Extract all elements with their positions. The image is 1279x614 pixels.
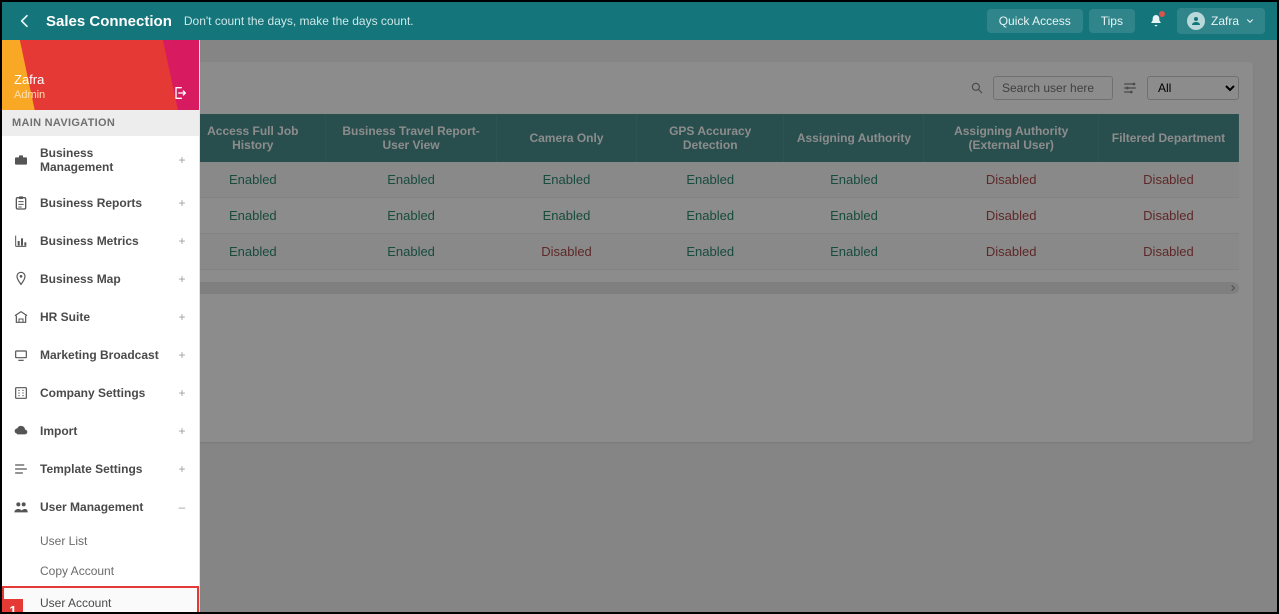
sidebar-item-label: User Management	[40, 500, 165, 514]
sidebar-item-business-metrics[interactable]: Business Metrics +	[2, 222, 199, 260]
profile-role-label: Admin	[14, 89, 187, 101]
notification-dot-icon	[1159, 11, 1165, 17]
sidebar-item-template-settings[interactable]: Template Settings +	[2, 450, 199, 488]
avatar-icon	[1187, 12, 1205, 30]
broadcast-icon	[12, 346, 30, 364]
sidebar-item-label: Business Map	[40, 272, 165, 286]
briefcase-icon	[12, 151, 30, 169]
user-management-submenu: User List Copy Account 1 User Account Cu…	[2, 526, 199, 612]
submenu-user-list[interactable]: User List	[2, 526, 199, 556]
sidebar-item-label: Business Metrics	[40, 234, 165, 248]
sidebar-item-business-management[interactable]: Business Management +	[2, 136, 199, 184]
sidebar-item-label: Company Settings	[40, 386, 165, 400]
notifications-button[interactable]	[1143, 8, 1169, 34]
quick-access-button[interactable]: Quick Access	[987, 9, 1083, 33]
nav-header-label: MAIN NAVIGATION	[2, 110, 199, 136]
sidebar-item-company-settings[interactable]: Company Settings +	[2, 374, 199, 412]
expand-toggle[interactable]: +	[175, 424, 189, 438]
sidebar-item-business-map[interactable]: Business Map +	[2, 260, 199, 298]
users-icon	[12, 498, 30, 516]
expand-toggle[interactable]: +	[175, 386, 189, 400]
sidebar-item-user-management[interactable]: User Management –	[2, 488, 199, 526]
expand-toggle[interactable]: +	[175, 462, 189, 476]
sidebar-item-marketing-broadcast[interactable]: Marketing Broadcast +	[2, 336, 199, 374]
logout-icon	[172, 85, 188, 101]
submenu-user-account-customisation[interactable]: 1 User Account Customisation	[2, 586, 199, 612]
back-button[interactable]	[14, 10, 36, 32]
tagline-text: Don't count the days, make the days coun…	[184, 14, 414, 28]
user-name-label: Zafra	[1211, 14, 1239, 28]
arrow-left-icon	[17, 13, 33, 29]
sidebar-item-label: Business Management	[40, 146, 165, 174]
building-icon	[12, 308, 30, 326]
sidebar-item-hr-suite[interactable]: HR Suite +	[2, 298, 199, 336]
tips-button[interactable]: Tips	[1089, 9, 1135, 33]
user-menu-button[interactable]: Zafra	[1177, 8, 1265, 34]
sidebar-item-label: Marketing Broadcast	[40, 348, 165, 362]
list-icon	[12, 460, 30, 478]
sidebar-item-label: Template Settings	[40, 462, 165, 476]
chevron-down-icon	[1245, 16, 1255, 26]
bar-chart-icon	[12, 232, 30, 250]
submenu-label: User Account Customisation	[40, 596, 116, 612]
sidebar-item-label: Business Reports	[40, 196, 165, 210]
expand-toggle[interactable]: +	[175, 272, 189, 286]
sidebar-profile: Zafra Admin	[2, 40, 199, 110]
expand-toggle[interactable]: +	[175, 153, 189, 167]
logout-button[interactable]	[171, 84, 189, 102]
cloud-upload-icon	[12, 422, 30, 440]
top-bar: Sales Connection Don't count the days, m…	[2, 2, 1277, 40]
sidebar-item-business-reports[interactable]: Business Reports +	[2, 184, 199, 222]
profile-name-label: Zafra	[14, 72, 187, 87]
sidebar-item-import[interactable]: Import +	[2, 412, 199, 450]
clipboard-icon	[12, 194, 30, 212]
submenu-copy-account[interactable]: Copy Account	[2, 556, 199, 586]
expand-toggle[interactable]: +	[175, 234, 189, 248]
expand-toggle[interactable]: +	[175, 348, 189, 362]
collapse-toggle[interactable]: –	[175, 500, 189, 514]
expand-toggle[interactable]: +	[175, 310, 189, 324]
building-grid-icon	[12, 384, 30, 402]
map-pin-icon	[12, 270, 30, 288]
nav-list: Business Management + Business Reports +…	[2, 136, 199, 612]
sidebar-item-label: Import	[40, 424, 165, 438]
sidebar: Zafra Admin MAIN NAVIGATION Business Man…	[2, 40, 200, 612]
sidebar-item-label: HR Suite	[40, 310, 165, 324]
brand-title: Sales Connection	[46, 13, 172, 30]
callout-badge: 1	[3, 599, 23, 612]
expand-toggle[interactable]: +	[175, 196, 189, 210]
